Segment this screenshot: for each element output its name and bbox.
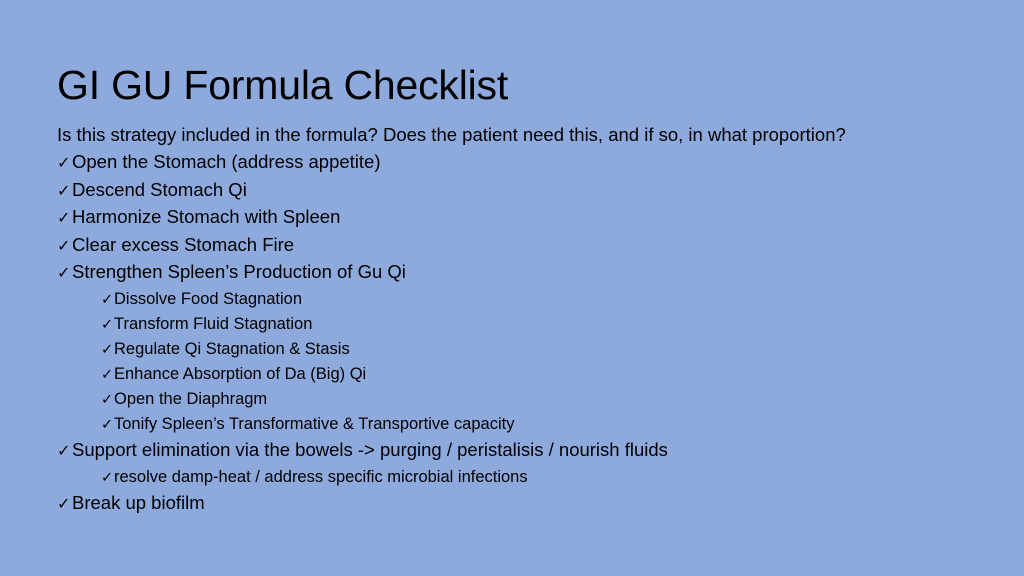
list-item: ✓Open the Diaphragm <box>57 387 967 412</box>
checkmark-icon: ✓ <box>57 210 71 228</box>
checkmark-icon: ✓ <box>101 391 114 408</box>
list-item-label: resolve damp-heat / address specific mic… <box>114 467 528 486</box>
checklist: ✓Open the Stomach (address appetite) ✓Des… <box>57 149 967 517</box>
list-item: ✓Open the Stomach (address appetite) <box>57 149 967 177</box>
list-item: ✓Support elimination via the bowels -> p… <box>57 437 967 465</box>
list-item: ✓Regulate Qi Stagnation & Stasis <box>57 337 967 362</box>
checkmark-icon: ✓ <box>57 442 71 460</box>
intro-paragraph: Is this strategy included in the formula… <box>57 124 846 145</box>
list-item-label: Harmonize Stomach with Spleen <box>72 206 341 228</box>
list-item-label: Tonify Spleen’s Transformative & Transpo… <box>114 414 515 433</box>
page-title: GI GU Formula Checklist <box>57 62 509 108</box>
list-item: ✓Enhance Absorption of Da (Big) Qi <box>57 362 967 387</box>
checkmark-icon: ✓ <box>101 469 114 486</box>
checkmark-icon: ✓ <box>57 495 71 513</box>
checkmark-icon: ✓ <box>101 341 114 358</box>
list-item: ✓Harmonize Stomach with Spleen <box>57 204 967 232</box>
checkmark-icon: ✓ <box>101 291 114 308</box>
checkmark-icon: ✓ <box>101 366 114 383</box>
list-item: ✓Transform Fluid Stagnation <box>57 312 967 337</box>
checkmark-icon: ✓ <box>101 416 114 433</box>
list-item: ✓Break up biofilm <box>57 490 967 518</box>
list-item-label: Descend Stomach Qi <box>72 178 247 200</box>
list-item-label: Dissolve Food Stagnation <box>114 289 303 308</box>
slide-body: Is this strategy included in the formula… <box>57 124 967 517</box>
slide-canvas: GI GU Formula Checklist Is this strategy… <box>0 0 1024 576</box>
list-item-label: Open the Diaphragm <box>114 389 268 408</box>
checkmark-icon: ✓ <box>57 237 71 255</box>
checkmark-icon: ✓ <box>57 265 71 283</box>
list-item-label: Break up biofilm <box>72 491 205 513</box>
list-item-label: Open the Stomach (address appetite) <box>72 151 381 172</box>
list-item: ✓resolve damp-heat / address specific mi… <box>57 465 967 490</box>
checkmark-icon: ✓ <box>101 316 114 333</box>
list-item-label: Clear excess Stomach Fire <box>72 233 295 255</box>
checkmark-icon: ✓ <box>57 155 71 172</box>
list-item-label: Transform Fluid Stagnation <box>114 314 313 333</box>
list-item: ✓Dissolve Food Stagnation <box>57 287 967 312</box>
checkmark-icon: ✓ <box>57 182 71 200</box>
list-item: ✓Descend Stomach Qi <box>57 177 967 205</box>
list-item-label: Enhance Absorption of Da (Big) Qi <box>114 364 367 383</box>
list-item: ✓Clear excess Stomach Fire <box>57 232 967 260</box>
list-item-label: Support elimination via the bowels -> pu… <box>72 438 668 460</box>
list-item: ✓Tonify Spleen’s Transformative & Transp… <box>57 412 967 437</box>
list-item: ✓Strengthen Spleen’s Production of Gu Qi <box>57 259 967 287</box>
list-item-label: Regulate Qi Stagnation & Stasis <box>114 339 350 358</box>
list-item-label: Strengthen Spleen’s Production of Gu Qi <box>72 261 406 283</box>
